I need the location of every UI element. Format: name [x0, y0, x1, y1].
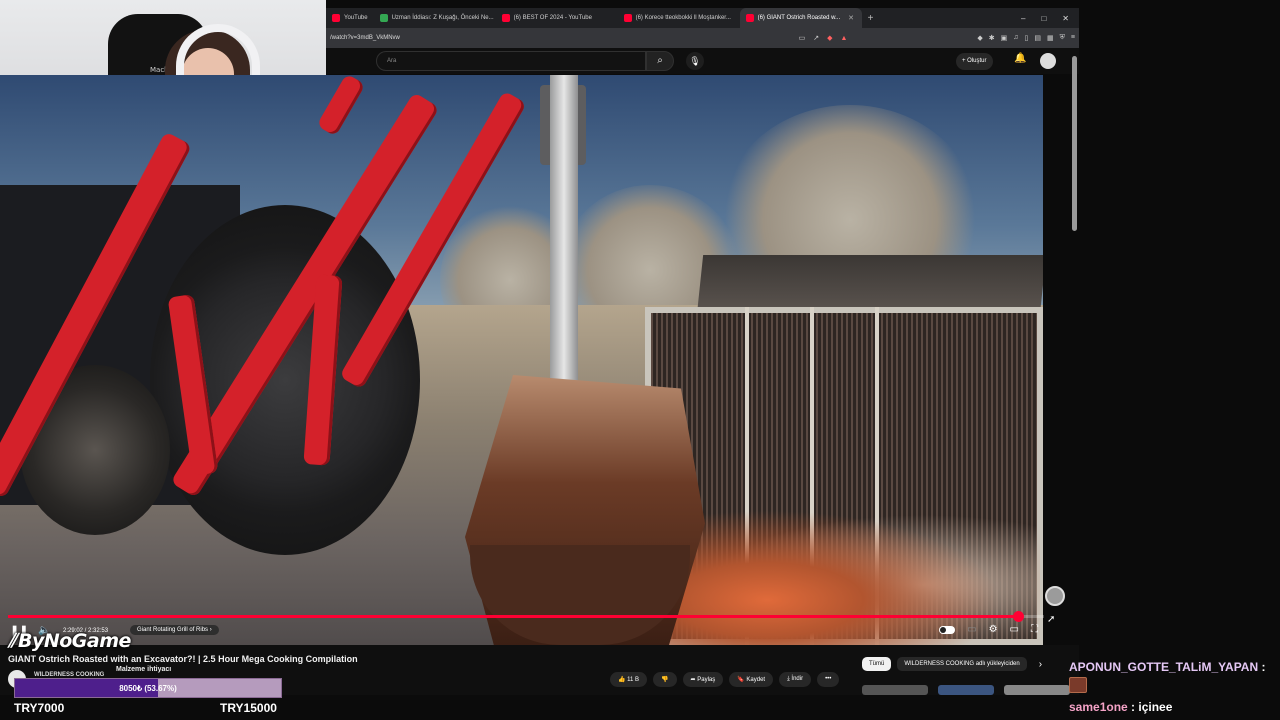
- player-right-controls: ▭ ⚙ ▭ ⛶: [939, 624, 1038, 635]
- new-tab-button[interactable]: +: [862, 13, 880, 24]
- more-actions-button[interactable]: •••: [817, 672, 840, 687]
- grill-roof: [696, 255, 1043, 315]
- fullscreen-icon[interactable]: ⛶: [1031, 624, 1038, 635]
- shield-icon[interactable]: ⛨: [1060, 34, 1065, 42]
- donation-goal-min: TRY7000: [14, 701, 65, 715]
- sidebar-icon[interactable]: ▯: [1025, 34, 1029, 42]
- window-controls: – □ ✕: [1021, 14, 1079, 23]
- chat-message-2: same1one : içinee: [1069, 700, 1172, 714]
- browser-tab[interactable]: YouTube: [326, 8, 374, 28]
- close-window-button[interactable]: ✕: [1062, 14, 1069, 23]
- chat-username: APONUN_GOTTE_TALiM_YAPAN: [1069, 660, 1259, 674]
- chip-channel[interactable]: WILDERNESS COOKING adlı yükleyiciden: [897, 657, 1027, 671]
- chat-separator: :: [1127, 700, 1139, 714]
- player-controls: ❚❚ 🔈 2:29:02 / 2:32:53 Giant Rotating Gr…: [8, 624, 1044, 640]
- chapter-button[interactable]: Giant Rotating Grill of Ribs ›: [130, 625, 219, 635]
- mouse-cursor-icon: ➚: [1047, 614, 1056, 625]
- cast-icon[interactable]: ▭: [799, 34, 806, 42]
- video-thumbnail[interactable]: [862, 685, 928, 695]
- youtube-header: Ara ⌕ 🎙 + Oluştur 🔔: [326, 48, 1079, 74]
- recommendation-chips: Tümü WILDERNESS COOKING adlı yükleyicide…: [862, 657, 1042, 671]
- progress-scrubber[interactable]: [1012, 611, 1024, 622]
- pin-icon[interactable]: ◆: [977, 34, 982, 42]
- browser-window: YouTube Uzman İddiası: Z Kuşağı, Önceki …: [326, 8, 1079, 74]
- chat-text: içinee: [1138, 700, 1173, 714]
- site-favicon-icon: [379, 14, 388, 22]
- bynogame-mark-icon: ⫽: [8, 630, 16, 652]
- channel-watermark-icon[interactable]: [1045, 586, 1065, 606]
- fire-embers: [650, 495, 1040, 645]
- menu-icon[interactable]: ≡: [1071, 34, 1075, 42]
- chat-separator: :: [1258, 660, 1266, 674]
- donation-goal-amount: 8050₺ (53.67%): [119, 684, 177, 693]
- page-scrollbar[interactable]: [1072, 56, 1077, 231]
- like-button[interactable]: 👍 11 B: [610, 672, 648, 687]
- share-icon[interactable]: ↗: [813, 34, 819, 42]
- youtube-favicon-icon: [501, 14, 510, 22]
- wallet-icon[interactable]: ▦: [1047, 34, 1054, 42]
- extension-shield-icon[interactable]: ◆: [827, 34, 832, 42]
- donation-goal-max: TRY15000: [220, 701, 277, 715]
- save-button[interactable]: 🔖 Kaydet: [729, 672, 774, 687]
- theater-mode-icon[interactable]: ▭: [1010, 624, 1019, 635]
- chat-username: same1one: [1069, 700, 1128, 714]
- create-button[interactable]: + Oluştur: [956, 53, 993, 70]
- address-bar-icons: ▭ ↗ ◆ ▲: [799, 34, 848, 43]
- notifications-bell-icon[interactable]: 🔔: [1014, 53, 1026, 64]
- account-avatar[interactable]: [1040, 53, 1056, 69]
- share-button[interactable]: ➦ Paylaş: [682, 672, 724, 687]
- tab-strip: YouTube Uzman İddiası: Z Kuşağı, Önceki …: [326, 8, 1079, 28]
- captions-icon[interactable]: ▭: [967, 624, 976, 635]
- address-bar[interactable]: /watch?v=3mdB_VkMNvw ▭ ↗ ◆ ▲ ◆ ✱ ▣ ♫ ▯ ▤…: [326, 28, 1079, 48]
- screenshot-icon[interactable]: ▣: [1001, 34, 1008, 42]
- video-thumbnail[interactable]: [1004, 685, 1070, 695]
- puzzle-icon[interactable]: ✱: [989, 34, 995, 42]
- chip-next-arrow-icon[interactable]: ›: [1039, 659, 1042, 670]
- video-progress-bar[interactable]: [8, 611, 1044, 622]
- browser-tab[interactable]: (6) Korece ttеokbokki ll Moştanker...: [618, 8, 740, 28]
- music-icon[interactable]: ♫: [1013, 34, 1018, 42]
- microphone-icon[interactable]: 🎙: [686, 52, 704, 70]
- donation-goal-bar: 8050₺ (53.67%): [14, 678, 282, 698]
- chat-emote-icon: [1069, 677, 1087, 693]
- browser-tab[interactable]: (6) BEST OF 2024 - YouTube: [496, 8, 618, 28]
- browser-tab[interactable]: Uzman İddiası: Z Kuşağı, Önceki Ne...: [374, 8, 496, 28]
- bynogame-logo: ⫽ ByNoGame: [8, 630, 131, 652]
- download-button[interactable]: ⤓ İndir: [779, 672, 812, 687]
- progress-played: [8, 615, 1018, 618]
- search-input[interactable]: Ara: [376, 51, 646, 71]
- dislike-icon[interactable]: 👎: [653, 672, 677, 687]
- tab-close-icon[interactable]: ✕: [848, 14, 854, 22]
- reading-icon[interactable]: ▤: [1034, 34, 1041, 42]
- youtube-favicon-icon: [745, 14, 754, 22]
- youtube-favicon-icon: [623, 14, 632, 22]
- chat-message-1: APONUN_GOTTE_TALiM_YAPAN :: [1069, 660, 1265, 674]
- settings-gear-icon[interactable]: ⚙: [989, 624, 998, 635]
- chip-all[interactable]: Tümü: [862, 657, 892, 671]
- browser-tab-active[interactable]: (6) GIANT Ostrich Roasted w... ✕: [739, 8, 862, 28]
- video-thumbnail[interactable]: [938, 685, 994, 695]
- minimize-button[interactable]: –: [1021, 14, 1025, 23]
- url-text[interactable]: /watch?v=3mdB_VkMNvw: [330, 35, 799, 41]
- stream-scene: Mackon YouTube Uzman İddiası: Z Kuşağı, …: [0, 0, 1280, 720]
- video-player[interactable]: [0, 75, 1043, 645]
- video-title: GIANT Ostrich Roasted with an Excavator?…: [8, 654, 358, 664]
- recommendation-thumbnails: [862, 685, 1070, 695]
- donation-goal-label: Malzeme ihtiyacı: [116, 666, 172, 673]
- video-actions: 👍 11 B 👎 ➦ Paylaş 🔖 Kaydet ⤓ İndir •••: [610, 672, 840, 687]
- youtube-favicon-icon: [332, 14, 340, 22]
- search-icon[interactable]: ⌕: [646, 51, 674, 71]
- autoplay-toggle[interactable]: [939, 625, 956, 634]
- maximize-button[interactable]: □: [1041, 14, 1046, 23]
- extension-icons: ◆ ✱ ▣ ♫ ▯ ▤ ▦ ⛨ ≡: [977, 34, 1075, 42]
- alert-icon[interactable]: ▲: [840, 35, 847, 42]
